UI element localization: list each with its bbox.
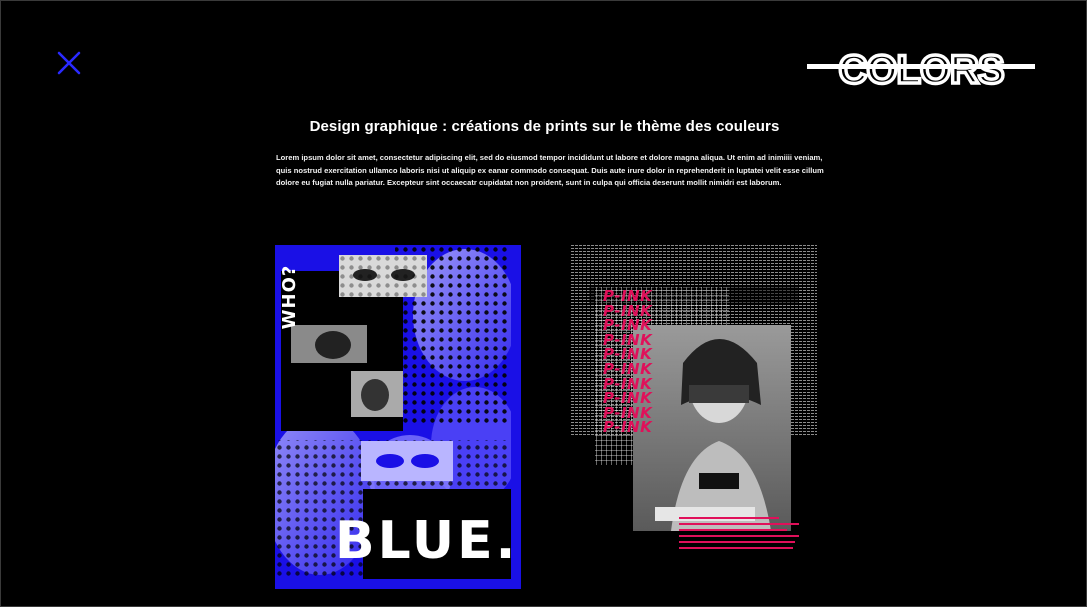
logo-strike — [807, 64, 1035, 69]
colors-logo[interactable]: COLORS — [807, 46, 1035, 94]
close-icon[interactable] — [55, 49, 83, 77]
poster-blue-side-text: WHO? — [279, 264, 300, 330]
close-button[interactable] — [55, 49, 83, 77]
poster-blue-big-text: BLUE. — [335, 511, 519, 571]
poster-blue[interactable]: WHO? BLUE. — [275, 245, 521, 589]
page-description: Lorem ipsum dolor sit amet, consectetur … — [276, 153, 824, 188]
poster-pink[interactable]: P-INK P-INK P-INK P-INK P-INK P-INK P-IN… — [571, 245, 817, 555]
page-title: Design graphique : créations de prints s… — [309, 118, 780, 135]
pink-line: P-INK — [603, 418, 653, 437]
poster-pink-text-stack: P-INK P-INK P-INK P-INK P-INK P-INK P-IN… — [603, 289, 652, 435]
